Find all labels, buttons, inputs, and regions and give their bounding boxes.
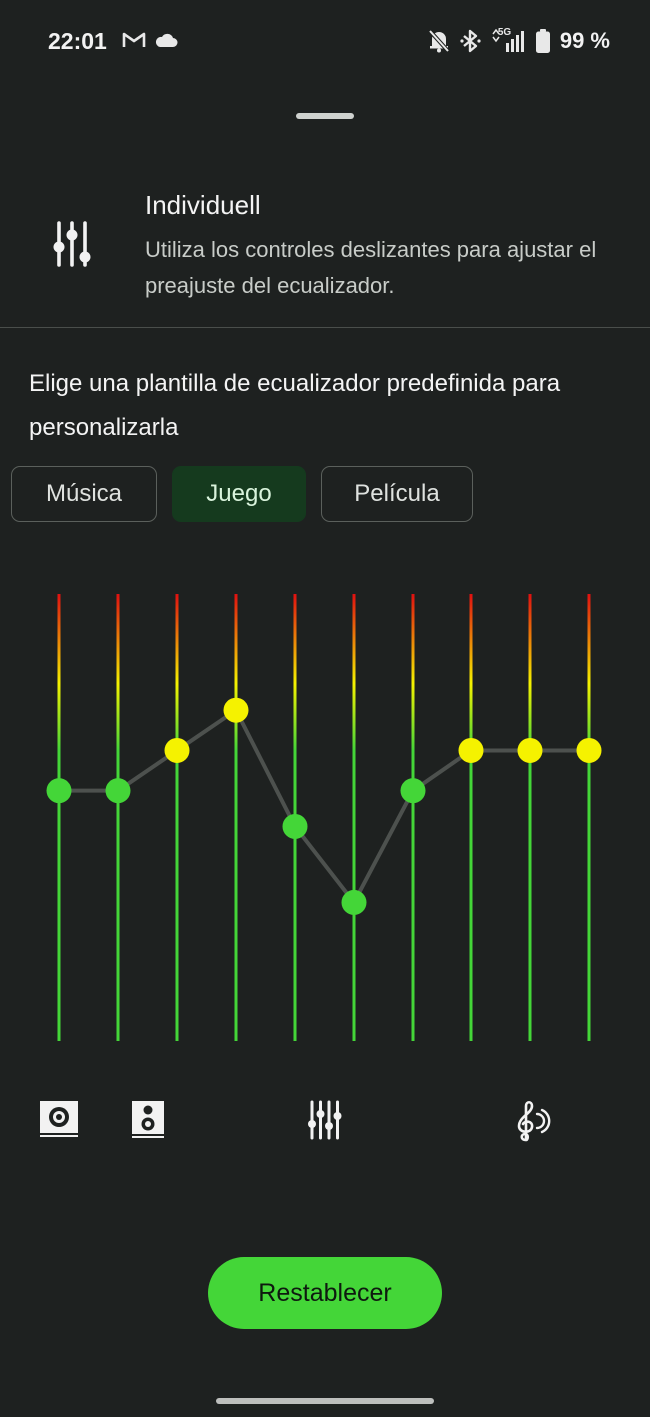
battery-percentage: 99 % [559, 28, 610, 53]
chip-juego[interactable]: Juego [172, 466, 306, 522]
eq-track-1[interactable] [57, 594, 61, 1041]
treble-clef-icon [517, 1100, 551, 1142]
eq-track-9[interactable] [528, 594, 532, 1041]
eq-thumb-3[interactable] [164, 737, 190, 763]
template-chips: Música Juego Película [11, 466, 473, 522]
eq-thumb-6[interactable] [341, 889, 367, 915]
preset-title: Individuell [145, 190, 261, 220]
chip-musica[interactable]: Música [11, 466, 157, 522]
eq-track-7[interactable] [411, 594, 415, 1041]
eq-track-8[interactable] [469, 594, 473, 1041]
eq-track-10[interactable] [587, 594, 591, 1041]
eq-thumb-8[interactable] [458, 737, 484, 763]
reset-button[interactable]: Restablecer [208, 1257, 442, 1329]
signal-icon: 5G [492, 27, 526, 53]
eq-thumb-7[interactable] [400, 778, 426, 804]
sheet-drag-handle[interactable] [296, 113, 354, 119]
eq-thumb-1[interactable] [46, 778, 72, 804]
speaker-icon [132, 1101, 164, 1138]
preset-description: Utiliza los controles deslizantes para a… [145, 237, 597, 298]
equalizer-icon [308, 1100, 342, 1140]
eq-thumb-5[interactable] [282, 813, 308, 839]
sliders-icon [53, 221, 91, 267]
bluetooth-icon [460, 29, 481, 53]
eq-thumb-9[interactable] [517, 737, 543, 763]
equalizer-sliders [46, 594, 602, 1041]
eq-thumb-10[interactable] [576, 737, 602, 763]
chip-pelicula[interactable]: Película [321, 466, 473, 522]
eq-track-3[interactable] [175, 594, 179, 1041]
notifications-off-icon [428, 29, 450, 53]
status-bar: 22:01 5G 99 % [0, 0, 650, 84]
cloud-icon [155, 33, 178, 47]
eq-curve [59, 708, 589, 905]
eq-track-4[interactable] [234, 594, 238, 1041]
status-time: 22:01 [48, 28, 107, 54]
eq-thumb-2[interactable] [105, 778, 131, 804]
subwoofer-icon [40, 1101, 78, 1137]
navigation-handle[interactable] [216, 1398, 434, 1404]
divider [0, 327, 650, 328]
gmail-icon [122, 32, 146, 47]
eq-track-2[interactable] [116, 594, 120, 1041]
template-section-label: Elige una plantilla de ecualizador prede… [29, 370, 561, 441]
battery-icon [535, 29, 550, 53]
eq-track-6[interactable] [352, 594, 356, 1041]
eq-thumb-4[interactable] [223, 697, 249, 723]
